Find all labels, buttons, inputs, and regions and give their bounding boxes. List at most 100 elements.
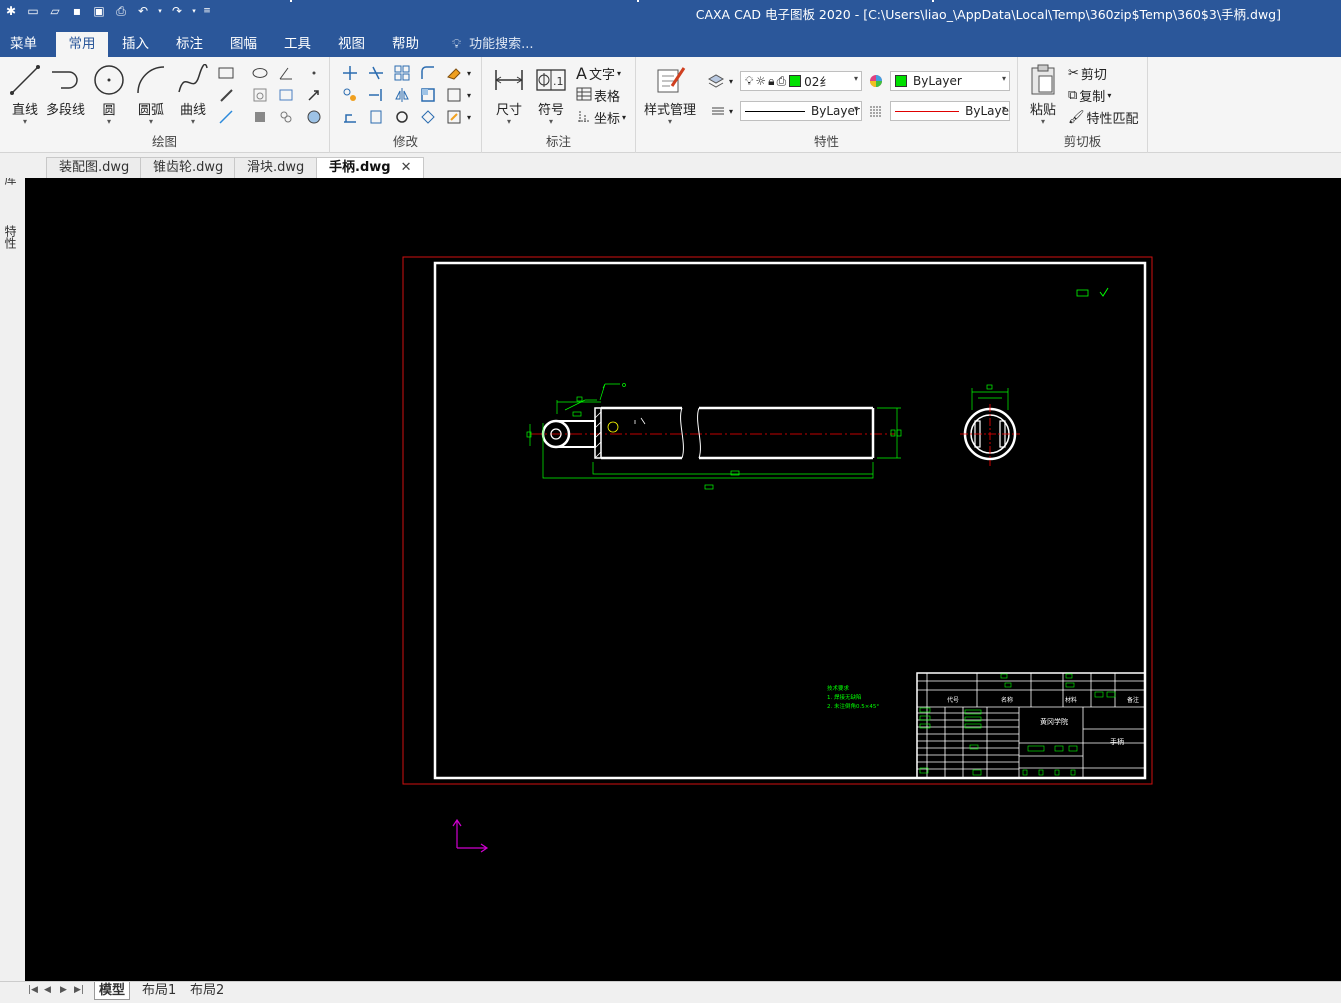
tab-annotate[interactable]: 标注 bbox=[166, 32, 213, 57]
open-file-icon[interactable]: ▱ bbox=[46, 2, 64, 20]
print-icon[interactable]: ⎙ bbox=[112, 2, 130, 20]
copy-button[interactable]: ⧉ 复制 ▾ bbox=[1068, 86, 1111, 105]
region-icon[interactable] bbox=[250, 85, 270, 105]
explode-icon[interactable] bbox=[418, 107, 438, 127]
eraser-icon[interactable] bbox=[444, 63, 464, 83]
text-button[interactable]: A 文字 ▾ bbox=[576, 64, 621, 83]
copy-object-icon[interactable] bbox=[340, 85, 360, 105]
layer-select[interactable]: 💡︎ ☼ 🔒︎ ⎙ 02纟 ▾ bbox=[740, 71, 862, 91]
redo-dropdown-icon[interactable]: ▾ bbox=[190, 2, 198, 20]
save-icon[interactable]: ▪ bbox=[68, 2, 86, 20]
trim-icon[interactable] bbox=[366, 63, 386, 83]
offset-icon[interactable] bbox=[418, 85, 438, 105]
tab-menu[interactable]: 菜单 bbox=[0, 32, 47, 57]
tab-view[interactable]: 视图 bbox=[328, 32, 375, 57]
group-properties: 样式管理 ▾ ▾ 💡︎ ☼ 🔒︎ ⎙ 02纟 ▾ ByLayer ▾ ▾ ByLa… bbox=[636, 57, 1018, 153]
move-icon[interactable] bbox=[340, 63, 360, 83]
break-dropdown-icon[interactable]: ▾ bbox=[464, 85, 474, 105]
last-layout-icon[interactable]: ▶| bbox=[74, 985, 84, 995]
fillet-icon[interactable] bbox=[418, 63, 438, 83]
mirror-icon[interactable] bbox=[392, 85, 412, 105]
title-separator bbox=[637, 0, 639, 2]
doc-tab-bevel-gear[interactable]: 锥齿轮.dwg bbox=[140, 157, 237, 178]
tab-sheet[interactable]: 图幅 bbox=[220, 32, 267, 57]
title-block-name: 名称 bbox=[1001, 696, 1013, 704]
circle-button[interactable]: 圆 ▾ bbox=[92, 63, 126, 126]
drawing-canvas[interactable]: 技术要求 1. 焊接无缺陷 2. 未注倒角0.5×45° 代号 名称 材料 备注… bbox=[25, 178, 1341, 981]
linetype-select[interactable]: ByLayer ▾ bbox=[740, 101, 862, 121]
rotate-icon[interactable] bbox=[392, 107, 412, 127]
dimension-button[interactable]: 尺寸 ▾ bbox=[492, 63, 526, 126]
tab-home[interactable]: 常用 bbox=[56, 32, 108, 57]
prev-layout-icon[interactable]: ◀ bbox=[44, 985, 51, 995]
notes-heading: 技术要求 bbox=[827, 684, 850, 692]
tab-help[interactable]: 帮助 bbox=[382, 32, 429, 57]
next-layout-icon[interactable]: ▶ bbox=[60, 985, 67, 995]
stretch-icon[interactable] bbox=[340, 107, 360, 127]
customize-qat-icon[interactable]: ≡ bbox=[202, 2, 212, 20]
layer-manager-icon[interactable] bbox=[706, 71, 726, 91]
undo-dropdown-icon[interactable]: ▾ bbox=[156, 2, 164, 20]
scissors-icon: ✂ bbox=[1068, 66, 1079, 81]
point-icon[interactable] bbox=[304, 63, 324, 83]
polyline-button[interactable]: 多段线 bbox=[46, 63, 85, 118]
side-panel-properties[interactable]: 特性 bbox=[3, 225, 19, 249]
doc-tab-handle[interactable]: 手柄.dwg ✕ bbox=[316, 157, 425, 178]
coordinate-button[interactable]: 坐标 ▾ bbox=[576, 108, 626, 127]
symbol-button[interactable]: .1 符号 ▾ bbox=[534, 63, 568, 126]
scale-icon[interactable] bbox=[366, 107, 386, 127]
more-modify-dropdown-icon[interactable]: ▾ bbox=[464, 63, 474, 83]
linetype-list-dropdown-icon[interactable]: ▾ bbox=[726, 101, 736, 121]
rectangle-icon[interactable] bbox=[216, 63, 236, 83]
color-wheel-icon[interactable] bbox=[866, 71, 886, 91]
title-separator bbox=[290, 0, 292, 2]
doc-tab-assembly[interactable]: 装配图.dwg bbox=[46, 157, 143, 178]
cloud-icon[interactable] bbox=[276, 107, 296, 127]
edit-dropdown-icon[interactable]: ▾ bbox=[464, 107, 474, 127]
save-all-icon[interactable]: ▣ bbox=[90, 2, 108, 20]
color-select[interactable]: ByLayer ▾ bbox=[890, 71, 1010, 91]
lineweight-icon[interactable] bbox=[866, 101, 886, 121]
paste-button[interactable]: 粘贴 ▾ bbox=[1026, 63, 1060, 126]
layer-freeze-icon: ☼ bbox=[755, 74, 767, 88]
extend-icon[interactable] bbox=[366, 85, 386, 105]
layer-manager-dropdown-icon[interactable]: ▾ bbox=[726, 71, 736, 91]
linetype-list-icon[interactable] bbox=[708, 101, 728, 121]
style-manager-button[interactable]: 样式管理 ▾ bbox=[644, 63, 696, 126]
left-side-panel: 图库 特性 bbox=[0, 155, 25, 1003]
match-properties-button[interactable]: 🖌︎ 特性匹配 bbox=[1068, 108, 1139, 127]
first-layout-icon[interactable]: |◀ bbox=[28, 985, 38, 995]
doc-tab-slider[interactable]: 滑块.dwg bbox=[234, 157, 318, 178]
line-button[interactable]: 直线 ▾ bbox=[8, 63, 42, 126]
surface-finish-symbol bbox=[1076, 287, 1109, 297]
tab-insert[interactable]: 插入 bbox=[112, 32, 159, 57]
array-icon[interactable] bbox=[392, 63, 412, 83]
layout-tab-layout2[interactable]: 布局2 bbox=[186, 982, 228, 1000]
edit-icon[interactable] bbox=[444, 107, 464, 127]
feature-search[interactable]: 💡︎ 功能搜索... bbox=[452, 32, 534, 57]
centerline-icon[interactable] bbox=[276, 85, 296, 105]
angle-line-icon[interactable] bbox=[276, 63, 296, 83]
break-icon[interactable] bbox=[444, 85, 464, 105]
tab-tools[interactable]: 工具 bbox=[274, 32, 321, 57]
redo-icon[interactable]: ↷ bbox=[168, 2, 186, 20]
layout-tab-layout1[interactable]: 布局1 bbox=[138, 982, 180, 1000]
polyline-icon bbox=[49, 63, 83, 97]
cut-button[interactable]: ✂ 剪切 bbox=[1068, 64, 1107, 83]
curve-button[interactable]: 曲线 ▾ bbox=[176, 63, 210, 126]
hatch-icon[interactable] bbox=[216, 85, 236, 105]
layout-tab-model[interactable]: 模型 bbox=[94, 982, 131, 1000]
close-tab-icon[interactable]: ✕ bbox=[401, 160, 412, 175]
construction-line-icon[interactable] bbox=[216, 107, 236, 127]
new-file-icon[interactable]: ▭ bbox=[24, 2, 42, 20]
app-logo-icon[interactable]: ✱ bbox=[2, 2, 20, 20]
arrow-icon[interactable] bbox=[304, 85, 324, 105]
ellipse-icon[interactable] bbox=[250, 63, 270, 83]
undo-icon[interactable]: ↶ bbox=[134, 2, 152, 20]
lineweight-select[interactable]: ByLaye ▾ bbox=[890, 101, 1010, 121]
table-button[interactable]: 表格 bbox=[576, 86, 620, 105]
block-icon[interactable] bbox=[250, 107, 270, 127]
group-draw: 直线 ▾ 多段线 圆 ▾ 圆弧 ▾ 曲线 ▾ 绘图 bbox=[0, 57, 330, 153]
boundary-icon[interactable] bbox=[304, 107, 324, 127]
arc-button[interactable]: 圆弧 ▾ bbox=[134, 63, 168, 126]
